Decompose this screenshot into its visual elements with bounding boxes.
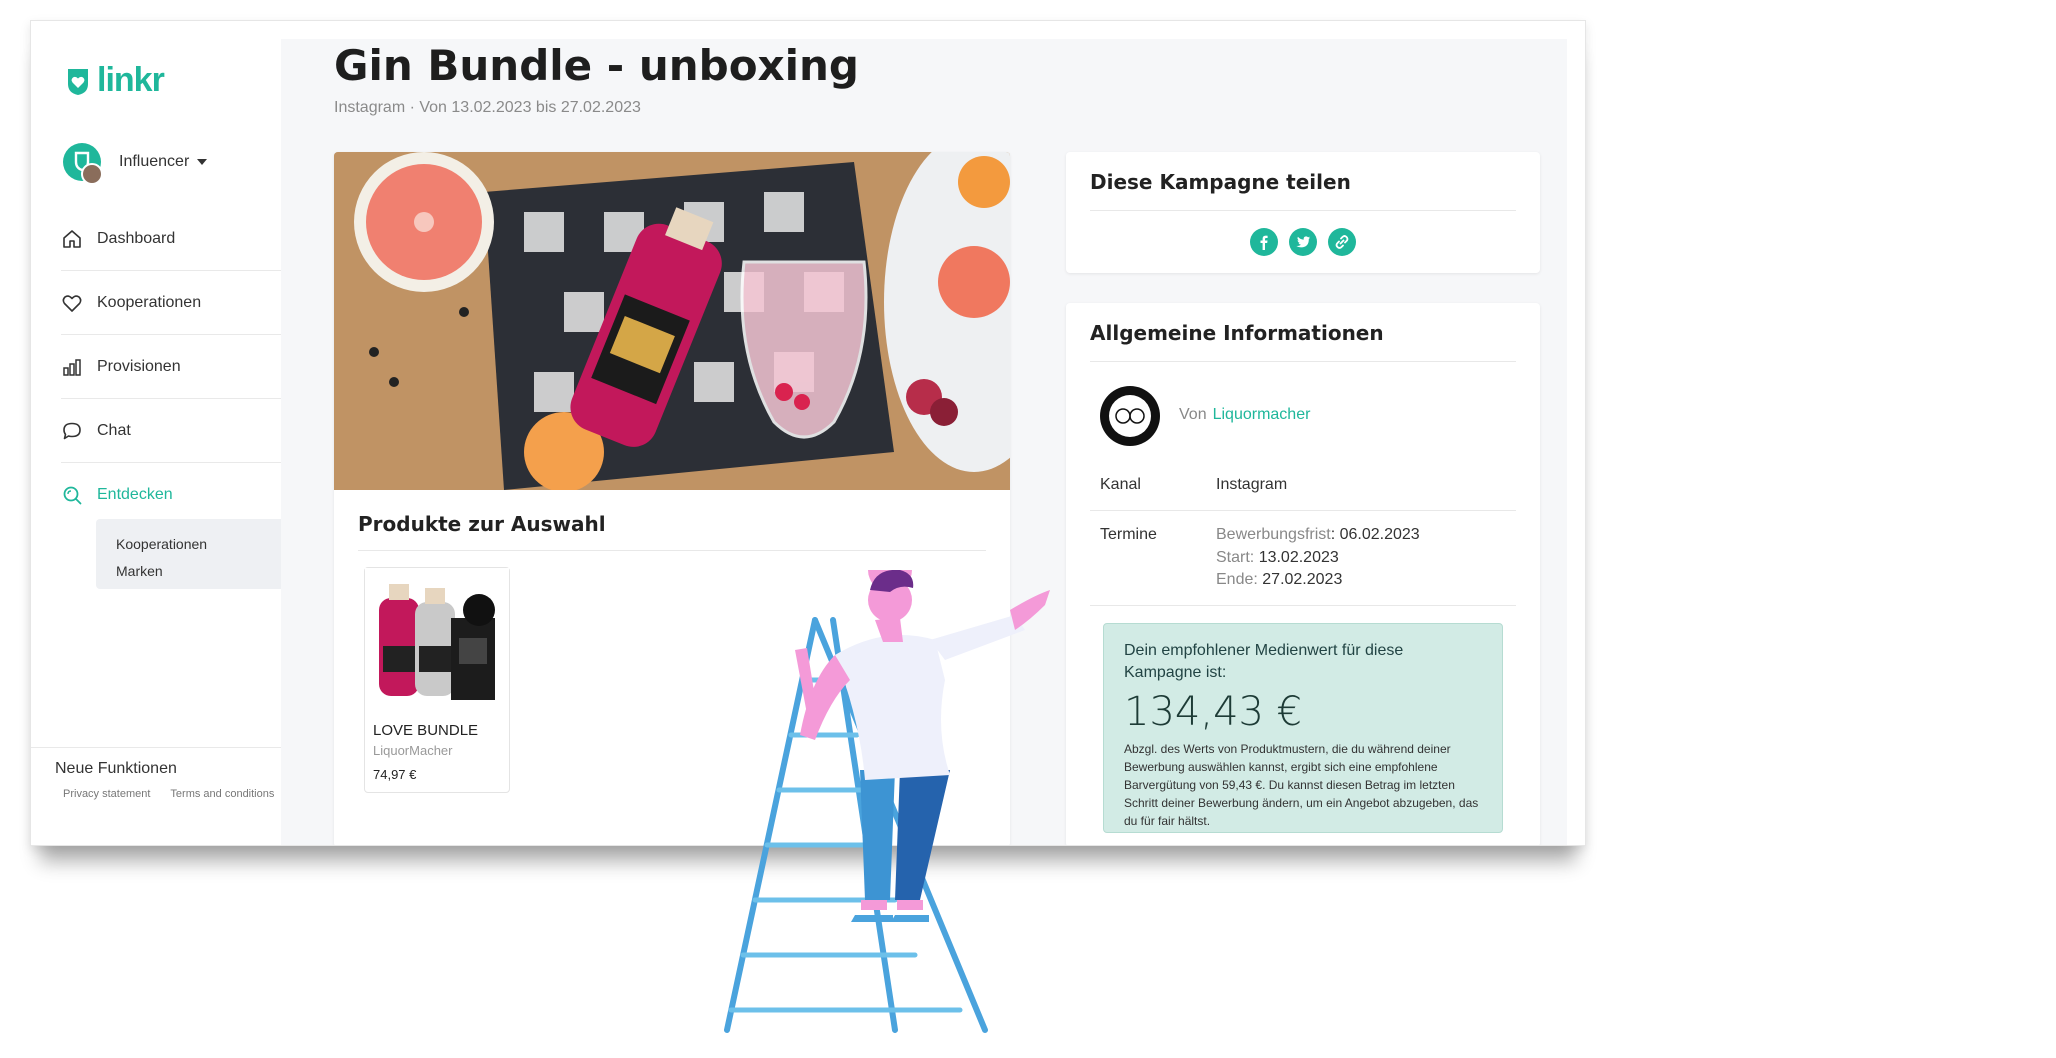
copy-link-button[interactable] — [1328, 228, 1356, 256]
logo-icon — [68, 68, 88, 95]
user-photo — [81, 163, 103, 185]
channel-value: Instagram — [1216, 476, 1288, 493]
bottle-bundle-icon — [365, 568, 509, 712]
nav-item-kooperationen[interactable]: Kooperationen — [61, 271, 281, 335]
person-on-ladder-icon — [724, 548, 1050, 1033]
recommended-value-box: Dein empfohlener Medienwert für diese Ka… — [1103, 623, 1503, 833]
subnav: Kooperationen Marken — [96, 519, 281, 589]
nav-label: Chat — [97, 421, 131, 439]
nav-label: Provisionen — [97, 357, 181, 375]
nav-item-dashboard[interactable]: Dashboard — [61, 207, 281, 271]
stage: linkr Influencer Dashboard Kooperationen… — [0, 0, 2056, 1058]
recommendation-value: 134,43 € — [1124, 689, 1303, 735]
logo[interactable]: linkr — [63, 61, 165, 100]
nav-item-entdecken[interactable]: Entdecken — [61, 463, 281, 527]
info-heading: Allgemeine Informationen — [1090, 321, 1384, 345]
recommendation-heading: Dein empfohlener Medienwert für diese Ka… — [1124, 642, 1404, 681]
nav-label: Dashboard — [97, 229, 176, 247]
product-name: LOVE BUNDLE — [373, 722, 479, 739]
general-info-card: Allgemeine Informationen Von Liquormacher… — [1066, 303, 1540, 845]
nav-label: Kooperationen — [97, 293, 202, 311]
home-icon — [63, 229, 81, 248]
bar-chart-icon — [63, 358, 81, 376]
by-label: Von — [1179, 406, 1207, 423]
user-menu[interactable]: Influencer — [63, 143, 208, 185]
share-card: Diese Kampagne teilen — [1066, 152, 1540, 273]
divider — [1090, 210, 1516, 211]
facebook-share-button[interactable] — [1250, 228, 1278, 256]
gin-photo-icon — [334, 152, 1010, 490]
twitter-icon — [1296, 236, 1310, 248]
product-image — [365, 568, 509, 712]
divider — [358, 550, 986, 551]
new-features-link[interactable]: Neue Funktionen — [55, 760, 281, 778]
subnav-item-kooperationen[interactable]: Kooperationen — [96, 531, 281, 558]
start-value: 13.02.2023 — [1258, 549, 1339, 566]
twitter-share-button[interactable] — [1289, 228, 1317, 256]
channel-label: Kanal — [1100, 476, 1141, 493]
liquormacher-logo-icon — [1101, 387, 1159, 445]
role-label: Influencer — [119, 153, 190, 170]
nav-item-chat[interactable]: Chat — [61, 399, 281, 463]
divider — [1090, 510, 1516, 511]
campaign-hero-image — [334, 152, 1010, 490]
divider — [1090, 361, 1516, 362]
brand-link[interactable]: Liquormacher — [1213, 406, 1311, 423]
products-heading: Produkte zur Auswahl — [358, 512, 606, 536]
deadline-value: 06.02.2023 — [1339, 526, 1420, 543]
privacy-link[interactable]: Privacy statement — [63, 788, 150, 800]
product-card[interactable]: LOVE BUNDLE LiquorMacher 74,97 € — [364, 567, 510, 793]
ladder-illustration — [715, 548, 1095, 1040]
divider — [1090, 605, 1516, 606]
subnav-item-marken[interactable]: Marken — [96, 558, 281, 585]
page-title: Gin Bundle - unboxing — [334, 41, 859, 90]
sidebar-footer: Neue Funktionen Privacy statement Terms … — [31, 747, 281, 800]
logo-text: linkr — [97, 61, 165, 99]
terms-link[interactable]: Terms and conditions — [170, 788, 274, 800]
end-label: Ende: — [1216, 571, 1258, 588]
legal-links: Privacy statement Terms and conditions — [55, 788, 281, 800]
start-row: Start: 13.02.2023 — [1216, 549, 1339, 567]
discover-icon — [63, 486, 82, 505]
deadline-row: Bewerbungsfrist: 06.02.2023 — [1216, 526, 1420, 543]
product-price: 74,97 € — [373, 767, 417, 782]
start-label: Start: — [1216, 549, 1255, 566]
link-icon — [1335, 235, 1349, 249]
facebook-icon — [1260, 235, 1268, 250]
page-subtitle: Instagram · Von 13.02.2023 bis 27.02.202… — [334, 99, 641, 116]
brand-logo[interactable] — [1100, 386, 1160, 446]
end-value: 27.02.2023 — [1262, 571, 1343, 588]
dates-label: Termine — [1100, 526, 1157, 543]
avatar — [63, 143, 103, 185]
sidebar: linkr Influencer Dashboard Kooperationen… — [31, 21, 281, 845]
brand-line: Von Liquormacher — [1179, 406, 1310, 424]
nav-label: Entdecken — [97, 486, 173, 503]
end-row: Ende: 27.02.2023 — [1216, 571, 1342, 589]
chevron-down-icon — [197, 159, 208, 165]
share-heading: Diese Kampagne teilen — [1090, 170, 1351, 194]
main-nav: Dashboard Kooperationen Provisionen Chat… — [61, 207, 281, 527]
heart-icon — [62, 294, 82, 312]
product-brand: LiquorMacher — [373, 743, 453, 758]
deadline-label: Bewerbungsfrist — [1216, 526, 1331, 543]
chat-icon — [63, 422, 81, 439]
recommendation-text: Abzgl. des Werts von Produktmustern, die… — [1124, 742, 1479, 828]
nav-item-provisionen[interactable]: Provisionen — [61, 335, 281, 399]
